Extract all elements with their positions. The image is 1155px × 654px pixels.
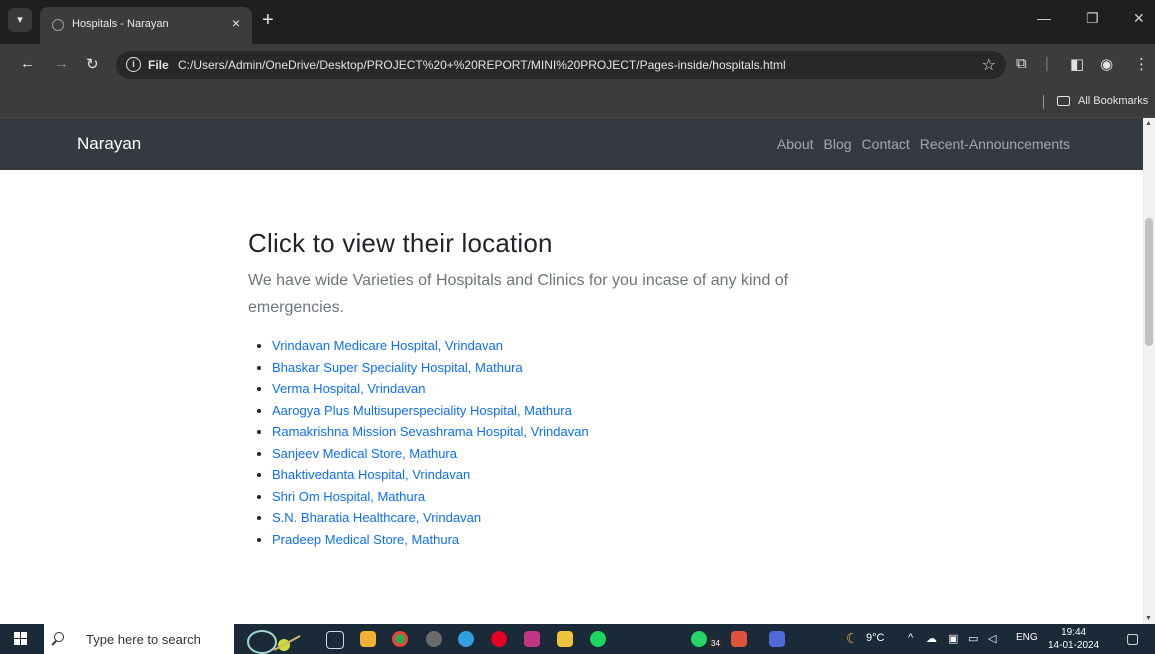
- url-scheme-label: File: [148, 58, 169, 72]
- list-item: Ramakrishna Mission Sevashrama Hospital,…: [272, 421, 848, 443]
- notifications-icon[interactable]: ▢: [1126, 630, 1139, 647]
- list-item: S.N. Bharatia Healthcare, Vrindavan: [272, 507, 848, 529]
- profile-avatar-icon[interactable]: ◉: [1100, 55, 1113, 73]
- browser-tab[interactable]: Hospitals - Narayan ×: [40, 7, 252, 44]
- language-indicator[interactable]: ENG: [1016, 632, 1038, 643]
- app-globe-icon[interactable]: [426, 631, 442, 647]
- search-placeholder: Type here to search: [86, 632, 201, 647]
- tab-title: Hospitals - Narayan: [72, 18, 169, 30]
- instagram-icon[interactable]: [524, 631, 540, 647]
- list-item: Vrindavan Medicare Hospital, Vrindavan: [272, 335, 848, 357]
- search-highlight-tennis-icon[interactable]: [244, 624, 306, 654]
- hospital-link[interactable]: Pradeep Medical Store, Mathura: [272, 532, 459, 547]
- list-item: Bhaktivedanta Hospital, Vrindavan: [272, 464, 848, 486]
- main-content: Click to view their location We have wid…: [248, 228, 848, 550]
- hospital-link[interactable]: Ramakrishna Mission Sevashrama Hospital,…: [272, 424, 589, 439]
- tab-close-icon[interactable]: ×: [232, 15, 240, 31]
- clock-time: 19:44: [1061, 627, 1087, 638]
- display-icon[interactable]: ▣: [948, 632, 958, 645]
- menu-kebab-icon[interactable]: ⋮: [1134, 55, 1149, 73]
- all-bookmarks-link[interactable]: All Bookmarks: [1078, 95, 1148, 107]
- task-view-icon[interactable]: [326, 631, 344, 649]
- back-icon[interactable]: ←: [20, 55, 35, 72]
- tab-search-dropdown-icon[interactable]: ▾: [8, 8, 32, 32]
- list-item: Bhaskar Super Speciality Hospital, Mathu…: [272, 357, 848, 379]
- forward-icon[interactable]: →: [54, 55, 69, 72]
- scroll-down-icon[interactable]: ▼: [1145, 615, 1152, 622]
- bookmarks-folder-icon[interactable]: [1057, 96, 1070, 106]
- nav-links: About Blog Contact Recent-Announcements: [777, 136, 1070, 152]
- page-heading: Click to view their location: [248, 228, 553, 258]
- scrollbar-thumb[interactable]: [1145, 218, 1153, 346]
- temperature[interactable]: 9°C: [866, 632, 884, 644]
- windows-start-icon[interactable]: [14, 632, 28, 646]
- clock-date: 14-01-2024: [1048, 640, 1100, 651]
- system-clock[interactable]: 19:44 14-01-2024: [1048, 626, 1099, 652]
- restore-icon[interactable]: ❐: [1086, 10, 1099, 27]
- hospital-link[interactable]: Shri Om Hospital, Mathura: [272, 489, 425, 504]
- close-window-icon[interactable]: ✕: [1133, 10, 1145, 27]
- page-scrollbar[interactable]: ▲ ▼: [1143, 118, 1155, 624]
- chrome-icon[interactable]: [392, 631, 408, 647]
- nav-contact[interactable]: Contact: [862, 136, 910, 152]
- scroll-up-icon[interactable]: ▲: [1145, 120, 1152, 127]
- new-tab-icon[interactable]: +: [262, 10, 274, 30]
- list-item: Pradeep Medical Store, Mathura: [272, 529, 848, 551]
- reload-icon[interactable]: ↻: [86, 55, 99, 73]
- address-bar[interactable]: i File C:/Users/Admin/OneDrive/Desktop/P…: [116, 51, 1006, 79]
- bookmark-star-icon[interactable]: ☆: [982, 55, 996, 75]
- browser-tab-strip: ▾ Hospitals - Narayan × + — ❐ ✕: [0, 0, 1155, 44]
- list-item: Aarogya Plus Multisuperspeciality Hospit…: [272, 400, 848, 422]
- lead-text: We have wide Varieties of Hospitals and …: [248, 272, 789, 316]
- list-item: Verma Hospital, Vrindavan: [272, 378, 848, 400]
- list-item: Sanjeev Medical Store, Mathura: [272, 443, 848, 465]
- search-icon: [54, 632, 64, 642]
- page-viewport: Narayan About Blog Contact Recent-Announ…: [0, 118, 1155, 624]
- side-panel-icon[interactable]: ◧: [1070, 55, 1084, 73]
- browser-toolbar: ← → ↻ i File C:/Users/Admin/OneDrive/Des…: [0, 44, 1155, 86]
- nav-recent-announcements[interactable]: Recent-Announcements: [920, 136, 1070, 152]
- hospital-link[interactable]: Bhaktivedanta Hospital, Vrindavan: [272, 467, 470, 482]
- edge-icon[interactable]: [458, 631, 474, 647]
- hospital-link[interactable]: Sanjeev Medical Store, Mathura: [272, 446, 457, 461]
- onedrive-icon[interactable]: ☁: [926, 632, 937, 645]
- weather-moon-icon[interactable]: ☾: [846, 630, 859, 647]
- windows-taskbar: Type here to search 34 ☾ 9°C ^ ☁ ▣ ▭ ◁ E…: [0, 624, 1155, 654]
- whatsapp-icon[interactable]: [691, 631, 707, 647]
- list-item: Shri Om Hospital, Mathura: [272, 486, 848, 508]
- hospital-link[interactable]: Vrindavan Medicare Hospital, Vrindavan: [272, 338, 503, 353]
- site-info-icon[interactable]: i: [126, 57, 141, 72]
- spotify-icon[interactable]: [590, 631, 606, 647]
- app-blue-icon[interactable]: [769, 631, 785, 647]
- tab-favicon-icon: [52, 19, 64, 31]
- bookmarks-divider: [1043, 95, 1044, 109]
- file-explorer-store-icon[interactable]: [360, 631, 376, 647]
- toolbar-divider: |: [1045, 55, 1049, 72]
- brand-link[interactable]: Narayan: [77, 134, 141, 154]
- extensions-icon[interactable]: ⧉: [1016, 55, 1027, 72]
- folder-icon[interactable]: [557, 631, 573, 647]
- tray-chevron-icon[interactable]: ^: [908, 632, 913, 644]
- site-navbar: Narayan About Blog Contact Recent-Announ…: [0, 118, 1143, 170]
- whatsapp-badge: 34: [709, 639, 722, 648]
- bookmarks-bar: All Bookmarks: [0, 86, 1155, 118]
- hospital-link[interactable]: S.N. Bharatia Healthcare, Vrindavan: [272, 510, 481, 525]
- nav-blog[interactable]: Blog: [824, 136, 852, 152]
- app-red-icon[interactable]: [731, 631, 747, 647]
- hospital-link[interactable]: Verma Hospital, Vrindavan: [272, 381, 425, 396]
- taskbar-search-box[interactable]: Type here to search: [44, 624, 234, 654]
- hospital-list: Vrindavan Medicare Hospital, Vrindavan B…: [248, 335, 848, 550]
- network-icon[interactable]: ▭: [968, 632, 978, 645]
- pinterest-icon[interactable]: [491, 631, 507, 647]
- url-text[interactable]: C:/Users/Admin/OneDrive/Desktop/PROJECT%…: [178, 58, 786, 72]
- hospital-link[interactable]: Bhaskar Super Speciality Hospital, Mathu…: [272, 360, 523, 375]
- volume-icon[interactable]: ◁: [988, 632, 996, 645]
- hospital-link[interactable]: Aarogya Plus Multisuperspeciality Hospit…: [272, 403, 572, 418]
- minimize-icon[interactable]: —: [1037, 10, 1051, 26]
- nav-about[interactable]: About: [777, 136, 814, 152]
